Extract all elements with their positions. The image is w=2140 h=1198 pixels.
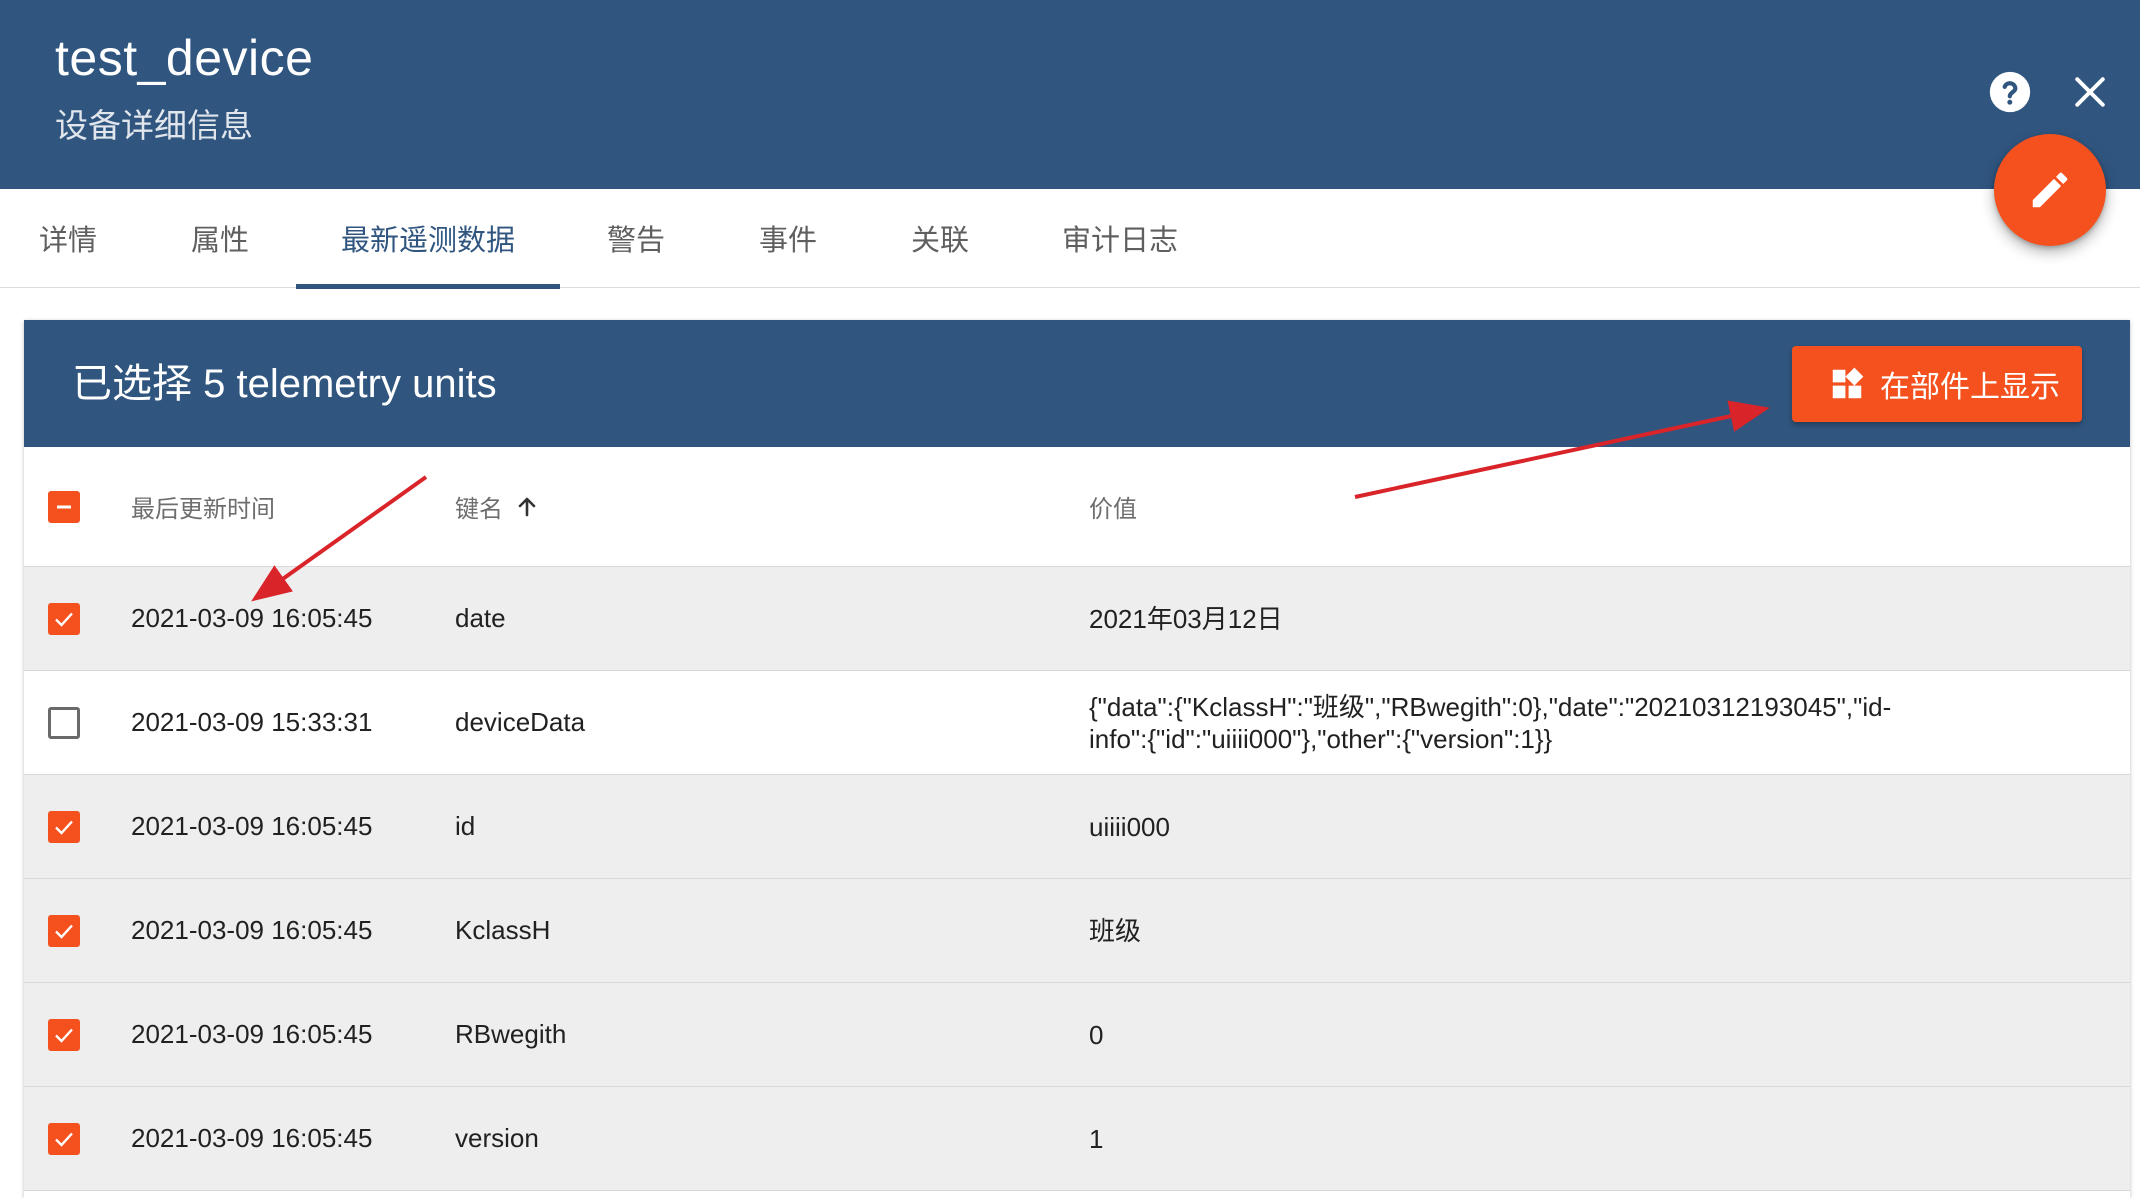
device-subtitle: 设备详细信息 bbox=[55, 107, 253, 144]
tab-events[interactable]: 事件 bbox=[718, 189, 858, 287]
tab-attributes[interactable]: 属性 bbox=[150, 189, 290, 287]
cell-value: {"data":{"KclassH":"班级","RBwegith":0},"d… bbox=[1089, 691, 1892, 754]
cell-key: version bbox=[455, 1123, 539, 1153]
cell-key: deviceData bbox=[455, 707, 586, 737]
cell-value: 0 bbox=[1089, 1019, 1104, 1050]
cell-last-update: 2021-03-09 15:33:31 bbox=[131, 707, 373, 737]
tab-latest-telemetry[interactable]: 最新遥测数据 bbox=[296, 189, 560, 289]
check-icon bbox=[55, 612, 73, 627]
close-button[interactable] bbox=[2054, 56, 2126, 128]
check-icon bbox=[55, 1132, 73, 1147]
table-row[interactable]: 2021-03-09 16:05:45 KclassH 班级 bbox=[24, 879, 2130, 983]
cell-last-update: 2021-03-09 16:05:45 bbox=[131, 603, 373, 633]
tab-relations[interactable]: 关联 bbox=[870, 189, 1010, 287]
cell-key: RBwegith bbox=[455, 1019, 567, 1049]
table-header: 最后更新时间 键名 价值 bbox=[24, 447, 2130, 567]
indeterminate-icon bbox=[57, 505, 71, 509]
column-header-last-update[interactable]: 最后更新时间 bbox=[131, 447, 275, 566]
column-header-key-label: 键名 bbox=[455, 496, 503, 523]
selection-toolbar: 已选择 5 telemetry units 在部件上显示 bbox=[24, 320, 2130, 447]
arrow-up-icon bbox=[518, 497, 536, 516]
row-checkbox[interactable] bbox=[48, 915, 80, 947]
telemetry-card: 已选择 5 telemetry units 在部件上显示 最后更新时间 键名 价… bbox=[24, 320, 2130, 1198]
cell-last-update: 2021-03-09 16:05:45 bbox=[131, 811, 373, 841]
table-row[interactable]: 2021-03-09 16:05:45 version 1 bbox=[24, 1087, 2130, 1191]
table-row[interactable]: 2021-03-09 15:33:31 deviceData {"data":{… bbox=[24, 671, 2130, 775]
cell-value: 班级 bbox=[1089, 915, 1142, 946]
cell-last-update: 2021-03-09 16:05:45 bbox=[131, 915, 373, 945]
cell-last-update: 2021-03-09 16:05:45 bbox=[131, 1123, 373, 1153]
check-icon bbox=[55, 1028, 73, 1043]
cell-key: date bbox=[455, 603, 506, 633]
show-on-widget-label: 在部件上显示 bbox=[1880, 371, 2060, 404]
help-button[interactable] bbox=[1974, 56, 2046, 128]
pencil-icon bbox=[2032, 172, 2068, 208]
close-icon bbox=[2075, 77, 2105, 107]
cell-key: id bbox=[455, 811, 476, 841]
select-all-checkbox[interactable] bbox=[48, 491, 80, 523]
device-details-dialog: test_device 设备详细信息 详情 属性 最新遥测数据 警告 事件 关联… bbox=[0, 0, 2140, 1198]
table-row[interactable]: 2021-03-09 16:05:45 RBwegith 0 bbox=[24, 983, 2130, 1087]
cell-last-update: 2021-03-09 16:05:45 bbox=[131, 1019, 373, 1049]
show-on-widget-button[interactable]: 在部件上显示 bbox=[1792, 346, 2082, 422]
cell-value: uiiii000 bbox=[1089, 811, 1170, 842]
tab-audit-log[interactable]: 审计日志 bbox=[1030, 189, 1210, 287]
check-icon bbox=[55, 820, 73, 835]
help-circle-icon bbox=[1989, 71, 2031, 113]
cell-key: KclassH bbox=[455, 915, 551, 945]
tab-bar: 详情 属性 最新遥测数据 警告 事件 关联 审计日志 bbox=[0, 189, 2140, 289]
column-header-key[interactable]: 键名 bbox=[455, 447, 539, 566]
tab-alarms[interactable]: 警告 bbox=[566, 189, 706, 287]
device-title: test_device bbox=[55, 30, 314, 86]
widgets-icon bbox=[1832, 367, 1864, 399]
tab-details[interactable]: 详情 bbox=[0, 189, 136, 287]
selection-count-text: 已选择 5 telemetry units bbox=[72, 362, 497, 406]
row-checkbox[interactable] bbox=[48, 1019, 80, 1051]
row-checkbox[interactable] bbox=[48, 811, 80, 843]
column-header-value[interactable]: 价值 bbox=[1089, 447, 1137, 566]
cell-value: 2021年03月12日 bbox=[1089, 603, 1283, 634]
table-row[interactable]: 2021-03-09 16:05:45 id uiiii000 bbox=[24, 775, 2130, 879]
check-icon bbox=[55, 924, 73, 939]
dialog-header: test_device 设备详细信息 bbox=[0, 0, 2140, 189]
row-checkbox[interactable] bbox=[48, 1123, 80, 1155]
row-checkbox[interactable] bbox=[48, 707, 80, 739]
cell-value: 1 bbox=[1089, 1123, 1104, 1154]
table-row[interactable]: 2021-03-09 16:05:45 date 2021年03月12日 bbox=[24, 567, 2130, 671]
row-checkbox[interactable] bbox=[48, 603, 80, 635]
edit-fab-button[interactable] bbox=[1994, 134, 2106, 246]
